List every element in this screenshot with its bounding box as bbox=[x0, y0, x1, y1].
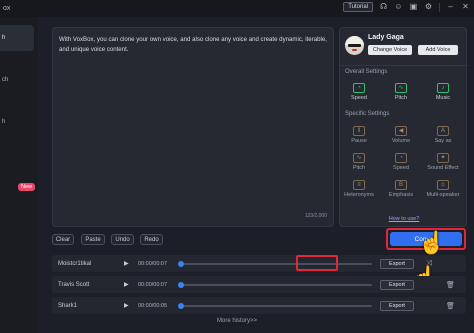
specific-multi-speaker-label: Multi-speaker bbox=[426, 192, 460, 198]
export-button[interactable]: Export bbox=[380, 258, 414, 269]
specific-settings-title: Specific Settings bbox=[345, 111, 390, 117]
heteronyms-icon: ≡ bbox=[353, 180, 365, 190]
sidebar-item-label: h bbox=[2, 119, 6, 125]
specific-sound-effect[interactable]: ✦ Sound Effect bbox=[424, 153, 462, 171]
trash-icon[interactable]: 🗑 bbox=[446, 281, 455, 289]
undo-button[interactable]: Undo bbox=[111, 234, 134, 245]
how-to-use-link[interactable]: How to use? bbox=[340, 216, 468, 222]
new-badge: New bbox=[18, 183, 36, 191]
tutorial-button[interactable]: Tutorial bbox=[343, 2, 373, 12]
specific-pause-label: Pause bbox=[351, 138, 367, 144]
specific-say-as-label: Say as bbox=[434, 138, 452, 144]
specific-speed[interactable]: ◔ Speed bbox=[382, 153, 420, 171]
avatar-lips bbox=[352, 49, 357, 51]
say-as-icon: A bbox=[437, 126, 449, 136]
panel-divider bbox=[340, 65, 468, 66]
progress-knob[interactable] bbox=[178, 260, 184, 267]
overall-music[interactable]: ♪ Music bbox=[424, 83, 462, 101]
progress-track[interactable] bbox=[178, 281, 372, 288]
avatar-glasses bbox=[348, 44, 361, 47]
progress-knob[interactable] bbox=[178, 281, 184, 288]
sidebar-item-1[interactable]: h bbox=[0, 25, 34, 51]
specific-pause[interactable]: ‖ Pause bbox=[340, 126, 378, 144]
pointing-hand-icon: ☝ bbox=[418, 230, 446, 255]
sidebar-item-4[interactable]: h bbox=[0, 109, 34, 135]
text-editor[interactable]: With VoxBox, you can clone your own voic… bbox=[52, 27, 334, 227]
paste-button[interactable]: Paste bbox=[81, 234, 105, 245]
character-counter: 123/2,000 bbox=[304, 213, 327, 219]
speed-icon: ◔ bbox=[395, 153, 407, 163]
editor-text[interactable]: With VoxBox, you can clone your own voic… bbox=[59, 35, 331, 54]
gear-icon[interactable]: ⚙ bbox=[424, 2, 433, 12]
play-icon[interactable]: ▶ bbox=[124, 281, 129, 288]
voice-panel: Lady Gaga Change Voice Add Voice Overall… bbox=[339, 27, 468, 227]
row-voice-name: Shark1 bbox=[58, 302, 78, 309]
volume-icon: ◀ bbox=[395, 126, 407, 136]
progress-knob[interactable] bbox=[178, 302, 184, 309]
export-highlight bbox=[296, 255, 338, 271]
specific-pitch[interactable]: ∿ Pitch bbox=[340, 153, 378, 171]
row-voice-name: Moistcr1tikal bbox=[58, 260, 92, 267]
specific-speed-label: Speed bbox=[393, 165, 409, 171]
specific-heteronyms[interactable]: ≡ Heteronyms bbox=[340, 180, 378, 198]
pitch-icon: ∿ bbox=[353, 153, 365, 163]
trash-icon[interactable]: 🗑 bbox=[446, 302, 455, 310]
specific-pitch-label: Pitch bbox=[352, 165, 366, 171]
specific-heteronyms-label: Heteronyms bbox=[344, 192, 374, 198]
specific-emphasis-label: Emphasis bbox=[388, 192, 414, 198]
row-time: 00:00/00:07 bbox=[138, 281, 168, 288]
sidebar-item-label: h bbox=[2, 35, 6, 41]
sidebar: h ch h New bbox=[0, 17, 38, 333]
gift-icon[interactable]: ▣ bbox=[409, 2, 418, 12]
music-icon: ♪ bbox=[437, 83, 449, 93]
specific-volume[interactable]: ◀ Volume bbox=[382, 126, 420, 144]
titlebar-divider bbox=[439, 2, 440, 12]
user-icon[interactable]: ☺ bbox=[394, 2, 403, 12]
pause-icon: ‖ bbox=[353, 126, 365, 136]
export-button[interactable]: Export bbox=[380, 279, 414, 290]
emphasis-icon: B bbox=[395, 180, 407, 190]
specific-volume-label: Volume bbox=[391, 138, 411, 144]
close-icon[interactable]: ✕ bbox=[461, 2, 470, 12]
headset-icon[interactable]: ☊ bbox=[379, 2, 388, 12]
more-history-link[interactable]: More history>> bbox=[0, 318, 474, 324]
play-icon[interactable]: ▶ bbox=[124, 302, 129, 309]
history-row: Moistcr1tikal ▶ 00:00/00:07 Export ⤨ bbox=[52, 255, 466, 272]
row-time: 00:00/00:07 bbox=[138, 260, 168, 267]
history-row: Travis Scott ▶ 00:00/00:07 Export 🗑 bbox=[52, 276, 466, 293]
redo-button[interactable]: Redo bbox=[140, 234, 163, 245]
app-name: ox bbox=[3, 5, 11, 12]
export-button[interactable]: Export bbox=[380, 300, 414, 311]
play-icon[interactable]: ▶ bbox=[124, 260, 129, 267]
row-time: 00:00/00:05 bbox=[138, 302, 168, 309]
multi-speaker-icon: ☺ bbox=[437, 180, 449, 190]
change-voice-button[interactable]: Change Voice bbox=[368, 45, 412, 55]
title-bar: ox Tutorial ☊ ☺ ▣ ⚙ – ✕ bbox=[0, 0, 474, 17]
overall-music-label: Music bbox=[435, 95, 451, 101]
overall-speed-label: Speed bbox=[351, 95, 367, 101]
overall-settings-title: Overall Settings bbox=[345, 69, 388, 75]
specific-emphasis[interactable]: B Emphasis bbox=[382, 180, 420, 198]
overall-speed[interactable]: ◔ Speed bbox=[340, 83, 378, 101]
clear-button[interactable]: Clear bbox=[52, 234, 74, 245]
row-voice-name: Travis Scott bbox=[58, 281, 90, 288]
specific-sound-effect-label: Sound Effect bbox=[427, 165, 459, 171]
avatar bbox=[345, 36, 364, 55]
overall-pitch[interactable]: ∿ Pitch bbox=[382, 83, 420, 101]
sidebar-item-label: ch bbox=[2, 77, 9, 83]
sound-effect-icon: ✦ bbox=[437, 153, 449, 163]
pitch-icon: ∿ bbox=[395, 83, 407, 93]
voice-name: Lady Gaga bbox=[368, 34, 404, 41]
history-row: Shark1 ▶ 00:00/00:05 Export 🗑 bbox=[52, 297, 466, 314]
specific-multi-speaker[interactable]: ☺ Multi-speaker bbox=[424, 180, 462, 198]
add-voice-button[interactable]: Add Voice bbox=[418, 45, 458, 55]
progress-track[interactable] bbox=[178, 260, 372, 267]
titlebar-controls: Tutorial ☊ ☺ ▣ ⚙ – ✕ bbox=[343, 2, 470, 12]
progress-track[interactable] bbox=[178, 302, 372, 309]
specific-say-as[interactable]: A Say as bbox=[424, 126, 462, 144]
sidebar-item-2[interactable]: ch bbox=[0, 67, 34, 93]
speed-icon: ◔ bbox=[353, 83, 365, 93]
minimize-icon[interactable]: – bbox=[446, 2, 455, 12]
overall-pitch-label: Pitch bbox=[394, 95, 408, 101]
